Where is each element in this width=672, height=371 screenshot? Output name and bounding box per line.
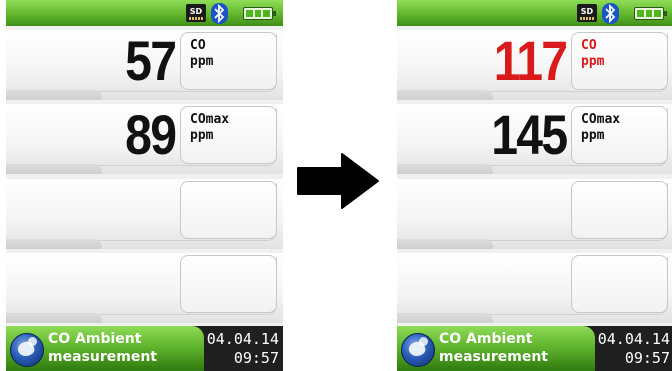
date: 04.04.14 bbox=[206, 330, 279, 348]
status-bar: SD bbox=[6, 0, 283, 26]
mode-line-2: measurement bbox=[48, 349, 157, 365]
date-time: 04.04.14 09:57 bbox=[207, 330, 279, 368]
ambient-mode-icon bbox=[10, 333, 44, 367]
date-time: 04.04.14 09:57 bbox=[598, 330, 670, 368]
comax-value: 89 bbox=[124, 103, 177, 166]
battery-icon bbox=[243, 7, 276, 20]
time: 09:57 bbox=[624, 349, 670, 367]
unit-box bbox=[180, 255, 277, 313]
mode-indicator[interactable]: CO Ambient measurement bbox=[397, 326, 595, 371]
co-value: 57 bbox=[124, 29, 177, 92]
mode-label: CO Ambient measurement bbox=[439, 330, 548, 366]
measurement-panel-co: 57 CO ppm bbox=[6, 30, 283, 100]
time: 09:57 bbox=[233, 349, 279, 367]
mode-label: CO Ambient measurement bbox=[48, 330, 157, 366]
bluetooth-icon bbox=[602, 3, 619, 24]
unit-name: ppm bbox=[190, 128, 214, 143]
unit-box bbox=[571, 255, 668, 313]
measurement-panel-empty-1 bbox=[6, 179, 283, 249]
mode-indicator[interactable]: CO Ambient measurement bbox=[6, 326, 204, 371]
mode-line-1: CO Ambient bbox=[48, 331, 142, 347]
mode-line-2: measurement bbox=[439, 349, 548, 365]
device-screen-before: SD 57 CO ppm 89 COmax ppm CO Ambient mea… bbox=[6, 0, 283, 371]
battery-icon bbox=[634, 7, 667, 20]
comax-label: COmax ppm bbox=[190, 112, 229, 144]
co-value: 117 bbox=[493, 29, 567, 92]
sd-card-icon: SD bbox=[577, 4, 597, 22]
measurement-panel-empty-2 bbox=[6, 253, 283, 323]
comax-value: 145 bbox=[490, 103, 568, 166]
sd-card-icon: SD bbox=[186, 4, 206, 22]
gas-name: CO bbox=[581, 38, 597, 53]
gas-name: COmax bbox=[190, 112, 230, 127]
unit-name: ppm bbox=[581, 54, 605, 69]
measurement-panel-co: 117 CO ppm bbox=[397, 30, 672, 100]
co-label: CO ppm bbox=[190, 38, 213, 70]
measurement-panel-comax: 145 COmax ppm bbox=[397, 104, 672, 174]
comax-label: COmax ppm bbox=[581, 112, 620, 144]
unit-name: ppm bbox=[190, 54, 214, 69]
unit-name: ppm bbox=[581, 128, 605, 143]
date: 04.04.14 bbox=[597, 330, 670, 348]
device-screen-after: SD 117 CO ppm 145 COmax ppm CO Ambient m… bbox=[397, 0, 672, 371]
mode-line-1: CO Ambient bbox=[439, 331, 533, 347]
gas-name: CO bbox=[190, 38, 206, 53]
bottom-status-bar: CO Ambient measurement 04.04.14 09:57 bbox=[6, 326, 283, 371]
bluetooth-icon bbox=[211, 3, 228, 24]
status-bar: SD bbox=[397, 0, 672, 26]
bottom-status-bar: CO Ambient measurement 04.04.14 09:57 bbox=[397, 326, 672, 371]
co-label: CO ppm bbox=[581, 38, 604, 70]
unit-box bbox=[571, 181, 668, 239]
right-arrow-icon bbox=[297, 153, 379, 209]
measurement-panel-empty-1 bbox=[397, 179, 672, 249]
measurement-panel-comax: 89 COmax ppm bbox=[6, 104, 283, 174]
ambient-mode-icon bbox=[401, 333, 435, 367]
measurement-panel-empty-2 bbox=[397, 253, 672, 323]
unit-box bbox=[180, 181, 277, 239]
gas-name: COmax bbox=[581, 112, 621, 127]
